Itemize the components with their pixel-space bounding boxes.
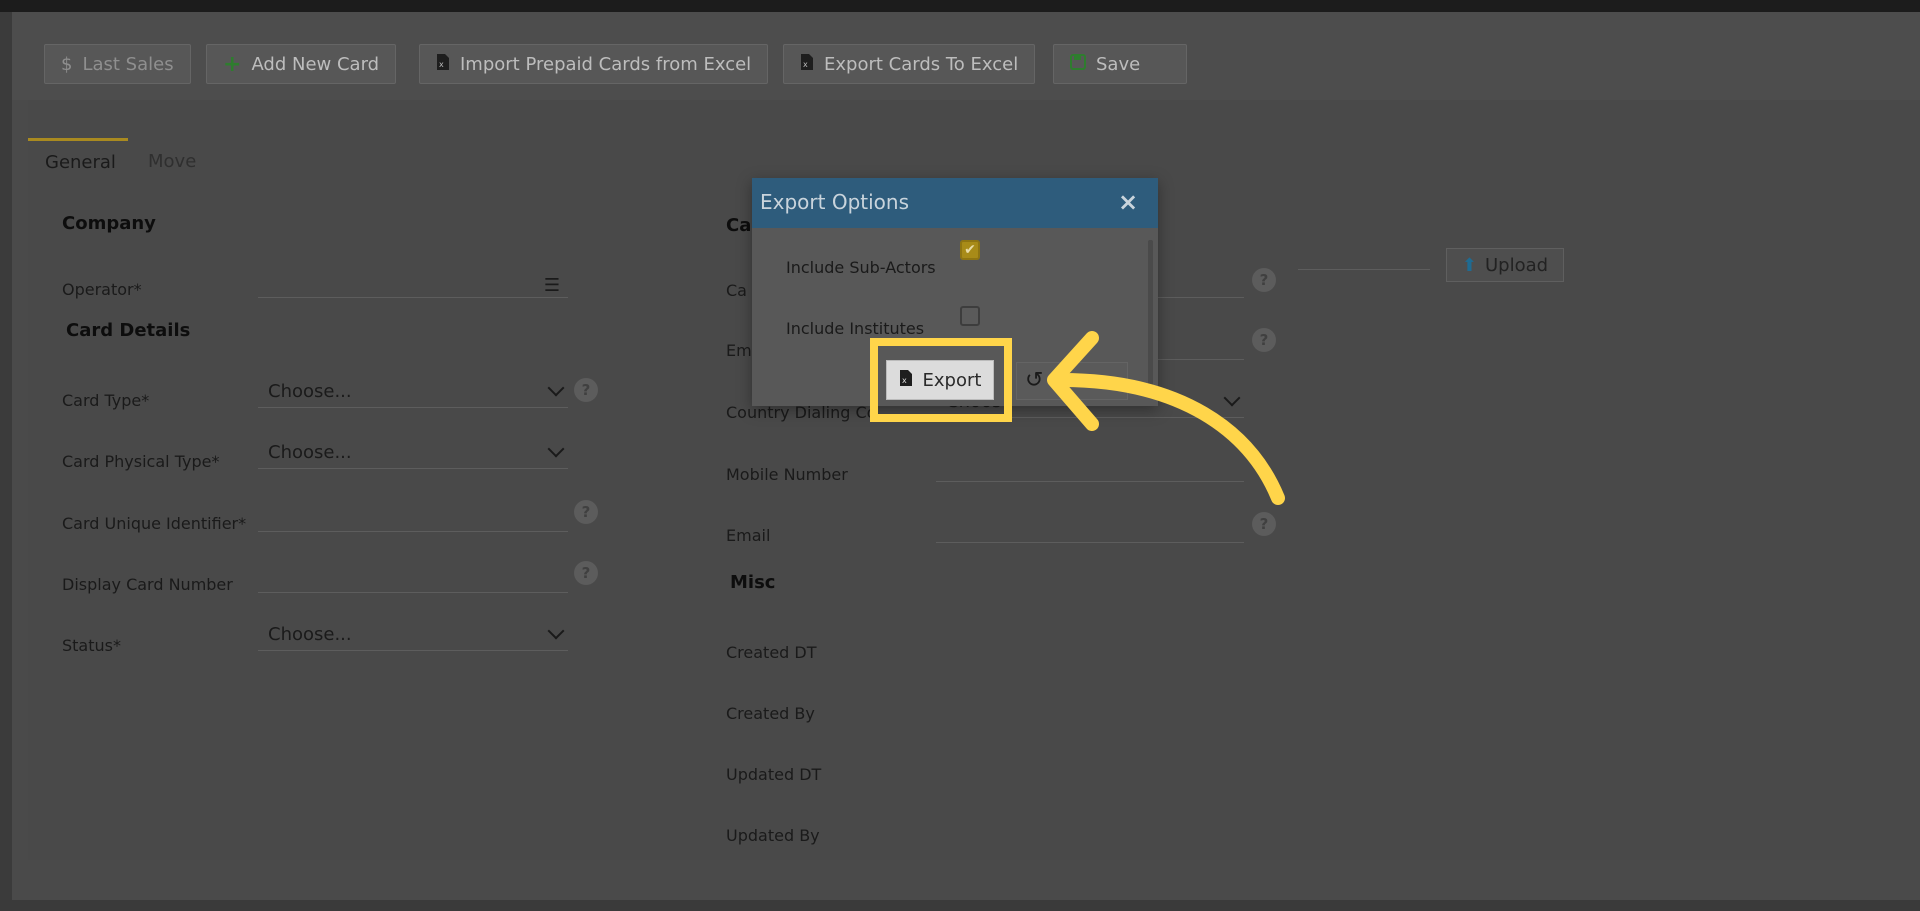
help-icon[interactable]: ? [574, 500, 598, 524]
upload-icon: ⬆ [1461, 254, 1477, 276]
company-section-title: Company [62, 213, 156, 234]
close-icon[interactable]: × [1118, 188, 1138, 216]
left-edge-panel [0, 12, 12, 902]
add-new-card-button[interactable]: + Add New Card [206, 44, 397, 84]
highlight-frame [870, 338, 1012, 422]
save-label: Save [1096, 53, 1141, 75]
status-select[interactable]: Choose... [258, 621, 568, 651]
svg-text:x: x [803, 60, 808, 69]
window-bottom-bar [0, 900, 1920, 911]
list-icon[interactable]: ☰ [544, 272, 560, 300]
upload-label: Upload [1485, 254, 1549, 276]
plus-icon: + [223, 51, 242, 77]
right-row2-label: Em [726, 341, 752, 360]
pointer-arrow-icon [1047, 331, 1285, 505]
last-sales-button[interactable]: $ Last Sales [44, 44, 191, 84]
window-top-bar [0, 0, 1920, 12]
chevron-down-icon [547, 379, 565, 397]
operator-field[interactable]: ☰ [258, 268, 568, 298]
include-sub-actors-checkbox[interactable]: ✔ [960, 240, 980, 260]
status-label: Status* [62, 636, 121, 655]
svg-text:x: x [439, 60, 444, 69]
import-prepaid-cards-button[interactable]: x Import Prepaid Cards from Excel [419, 44, 769, 84]
right-row1-label: Ca [726, 281, 747, 300]
file-name-field[interactable] [1298, 238, 1430, 270]
created-by-label: Created By [726, 704, 815, 723]
card-details-section-title: Card Details [66, 320, 191, 341]
updated-dt-label: Updated DT [726, 765, 822, 784]
card-physical-type-label: Card Physical Type* [62, 452, 220, 471]
misc-section-title: Misc [730, 572, 776, 593]
tab-general[interactable]: General [45, 152, 116, 173]
export-cards-to-excel-label: Export Cards To Excel [824, 53, 1019, 75]
include-institutes-checkbox[interactable] [960, 306, 980, 326]
export-cards-to-excel-button[interactable]: x Export Cards To Excel [783, 44, 1036, 84]
save-icon [1070, 53, 1086, 75]
created-dt-label: Created DT [726, 643, 817, 662]
card-physical-type-value: Choose... [268, 442, 352, 463]
card-type-value: Choose... [268, 381, 352, 402]
dialog-header: Export Options × [752, 178, 1158, 228]
card-unique-identifier-input[interactable] [258, 502, 568, 532]
updated-by-label: Updated By [726, 826, 820, 845]
help-icon[interactable]: ? [574, 378, 598, 402]
status-value: Choose... [268, 624, 352, 645]
dollar-icon: $ [61, 53, 73, 75]
display-card-number-input[interactable] [258, 563, 568, 593]
chevron-down-icon [547, 622, 565, 640]
email-label: Email [726, 526, 771, 545]
save-button[interactable]: Save [1053, 44, 1187, 84]
card-physical-type-select[interactable]: Choose... [258, 439, 568, 469]
excel-file-icon: x [800, 53, 814, 76]
display-card-number-label: Display Card Number [62, 575, 233, 594]
toolbar: $ Last Sales + Add New Card x Import Pre… [12, 12, 1920, 100]
card-type-select[interactable]: Choose... [258, 378, 568, 408]
help-icon[interactable]: ? [1252, 268, 1276, 292]
last-sales-label: Last Sales [82, 53, 174, 75]
upload-button[interactable]: ⬆ Upload [1446, 248, 1564, 282]
card-type-label: Card Type* [62, 391, 150, 410]
mobile-number-label: Mobile Number [726, 465, 848, 484]
right-section-title: Ca [726, 215, 752, 236]
active-tab-indicator [28, 138, 128, 141]
help-icon[interactable]: ? [574, 561, 598, 585]
excel-file-icon: x [436, 53, 450, 76]
include-sub-actors-label: Include Sub-Actors [786, 258, 936, 277]
dialog-title: Export Options [760, 190, 909, 214]
include-institutes-label: Include Institutes [786, 319, 925, 338]
import-prepaid-cards-label: Import Prepaid Cards from Excel [460, 53, 752, 75]
card-unique-identifier-label: Card Unique Identifier* [62, 514, 247, 533]
add-new-card-label: Add New Card [251, 53, 380, 75]
operator-label: Operator* [62, 280, 142, 299]
tab-move[interactable]: Move [148, 151, 196, 172]
chevron-down-icon [547, 440, 565, 458]
